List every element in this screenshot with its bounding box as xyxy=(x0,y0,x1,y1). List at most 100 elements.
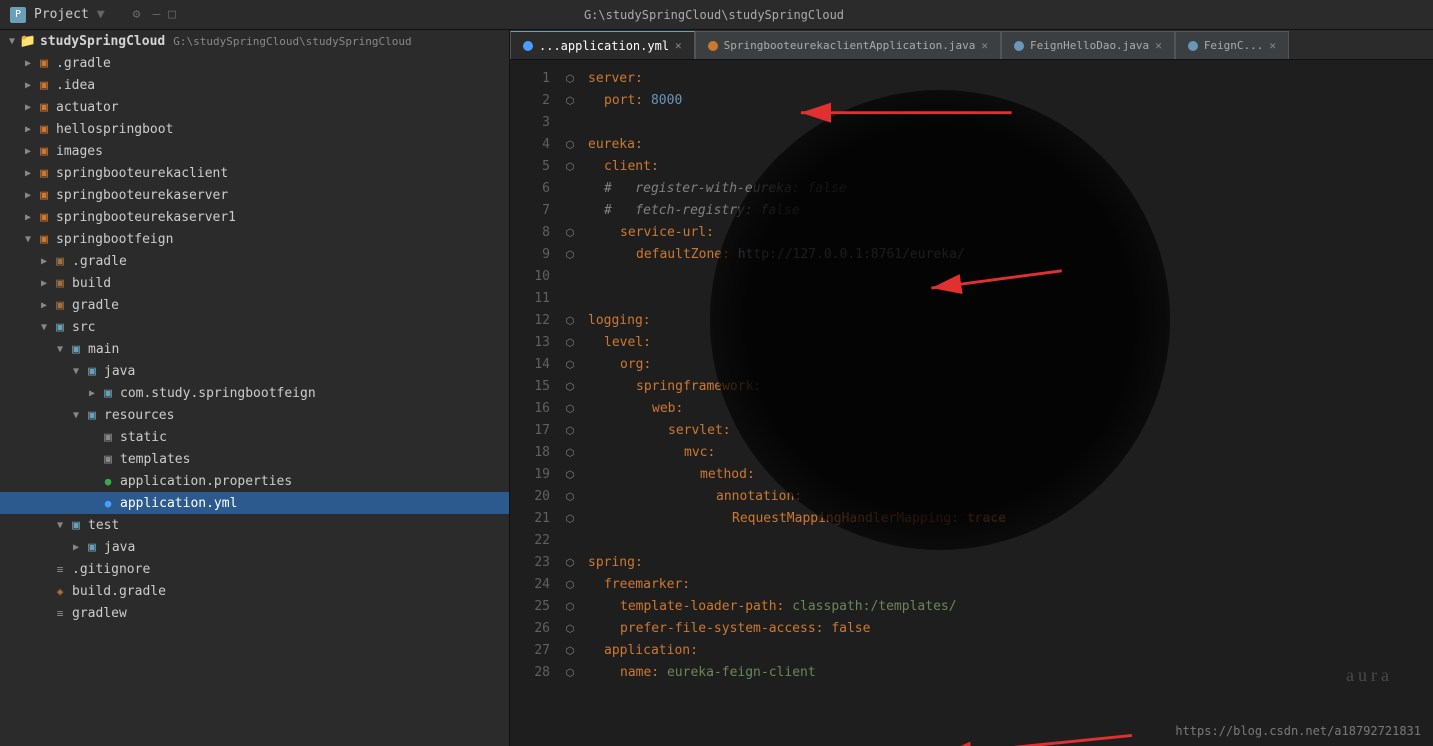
window-controls[interactable]: — □ xyxy=(152,7,175,22)
tree-item-build[interactable]: ▶ ▣ build xyxy=(0,272,509,294)
tree-label-gradle: .gradle xyxy=(56,56,111,71)
code-content: 12345 678910 1112131415 1617181920 21222… xyxy=(510,60,1433,746)
tree-item-hellospringboot[interactable]: ▶ ▣ hellospringboot xyxy=(0,118,509,140)
code-line-18: mvc: xyxy=(580,442,1433,464)
tree-item-eurekaserver1[interactable]: ▶ ▣ springbooteurekaserver1 xyxy=(0,206,509,228)
code-line-7: # fetch-registry: false xyxy=(580,200,1433,222)
tree-item-test[interactable]: ▼ ▣ test xyxy=(0,514,509,536)
tree-item-com[interactable]: ▶ ▣ com.study.springbootfeign xyxy=(0,382,509,404)
code-line-9: defaultZone: http://127.0.0.1:8761/eurek… xyxy=(580,244,1433,266)
code-line-27: application: xyxy=(580,640,1433,662)
tree-item-images[interactable]: ▶ ▣ images xyxy=(0,140,509,162)
tree-item-app-props[interactable]: ● application.properties xyxy=(0,470,509,492)
feign-icon xyxy=(1014,41,1024,51)
folder-com: ▣ xyxy=(100,385,116,401)
folder-eurekaclient: ▣ xyxy=(36,165,52,181)
tab-java-close[interactable]: ✕ xyxy=(981,39,988,52)
folder-main: ▣ xyxy=(68,341,84,357)
tab-feign2[interactable]: FeignC... ✕ xyxy=(1175,31,1289,59)
folder-gradle: ▣ xyxy=(36,55,52,71)
folder-idea: ▣ xyxy=(36,77,52,93)
title-bar-content: P Project ▼ ⚙ — □ G:\studySpringCloud\st… xyxy=(10,7,844,23)
tab-feign-close[interactable]: ✕ xyxy=(1155,39,1162,52)
code-line-15: springframework: xyxy=(580,376,1433,398)
code-line-24: freemarker: xyxy=(580,574,1433,596)
arrow-gradle: ▶ xyxy=(20,58,36,69)
tree-item-templates[interactable]: ▣ templates xyxy=(0,448,509,470)
code-line-12: logging: xyxy=(580,310,1433,332)
folder-gradle2: ▣ xyxy=(52,297,68,313)
tree-item-gradle[interactable]: ▶ ▣ .gradle xyxy=(0,52,509,74)
project-tree[interactable]: ▼ 📁 studySpringCloud G:\studySpringCloud… xyxy=(0,30,510,746)
tree-item-actuator[interactable]: ▶ ▣ actuator xyxy=(0,96,509,118)
folder-gradle-sub: ▣ xyxy=(52,253,68,269)
tab-app-java[interactable]: SpringbooteurekaclientApplication.java ✕ xyxy=(695,31,1001,59)
tree-item-gradlew[interactable]: ≡ gradlew xyxy=(0,602,509,624)
tree-item-idea[interactable]: ▶ ▣ .idea xyxy=(0,74,509,96)
tree-item-eurekaclient[interactable]: ▶ ▣ springbooteurekaclient xyxy=(0,162,509,184)
code-line-5: client: xyxy=(580,156,1433,178)
project-icon: P xyxy=(10,7,26,23)
code-line-6: # register-with-eureka: false xyxy=(580,178,1433,200)
tree-label-root: studySpringCloud xyxy=(40,34,165,49)
folder-eurekaserver: ▣ xyxy=(36,187,52,203)
code-line-13: level: xyxy=(580,332,1433,354)
code-editor[interactable]: 12345 678910 1112131415 1617181920 21222… xyxy=(510,60,1433,746)
file-icon-yml: ● xyxy=(100,495,116,511)
code-text: server: port: 8000 eureka: client: xyxy=(580,60,1433,746)
tab-yml-label: ...application.yml xyxy=(539,39,669,53)
tree-label-com: com.study.springbootfeign xyxy=(120,386,316,401)
tree-item-root[interactable]: ▼ 📁 studySpringCloud G:\studySpringCloud… xyxy=(0,30,509,52)
folder-springbootfeign: ▣ xyxy=(36,231,52,247)
tab-yml-close[interactable]: ✕ xyxy=(675,39,682,52)
tree-label-main: main xyxy=(88,342,119,357)
gear-icon[interactable]: ⚙ xyxy=(133,7,141,22)
tree-item-gradle-sub[interactable]: ▶ ▣ .gradle xyxy=(0,250,509,272)
tree-label-test: test xyxy=(88,518,119,533)
arrow-root: ▼ xyxy=(4,36,20,47)
tab-feign2-label: FeignC... xyxy=(1204,39,1264,52)
tree-item-main[interactable]: ▼ ▣ main xyxy=(0,338,509,360)
file-icon-gitignore: ≡ xyxy=(52,561,68,577)
tree-label-build-gradle: build.gradle xyxy=(72,584,166,599)
tree-item-src[interactable]: ▼ ▣ src xyxy=(0,316,509,338)
tree-label-templates: templates xyxy=(120,452,190,467)
folder-templates: ▣ xyxy=(100,451,116,467)
tab-feign-dao-label: FeignHelloDao.java xyxy=(1030,39,1149,52)
tree-label-static: static xyxy=(120,430,167,445)
folder-eurekaserver1: ▣ xyxy=(36,209,52,225)
tree-item-gitignore[interactable]: ≡ .gitignore xyxy=(0,558,509,580)
tree-item-app-yml[interactable]: ● application.yml xyxy=(0,492,509,514)
tree-label-images: images xyxy=(56,144,103,159)
folder-test-java: ▣ xyxy=(84,539,100,555)
code-line-14: org: xyxy=(580,354,1433,376)
code-line-16: web: xyxy=(580,398,1433,420)
tree-item-java[interactable]: ▼ ▣ java xyxy=(0,360,509,382)
tree-label-app-yml: application.yml xyxy=(120,496,237,511)
tree-label-gradle-sub: .gradle xyxy=(72,254,127,269)
code-line-17: servlet: xyxy=(580,420,1433,442)
tab-yml[interactable]: ...application.yml ✕ xyxy=(510,31,695,59)
tree-item-eurekaserver[interactable]: ▶ ▣ springbooteurekaserver xyxy=(0,184,509,206)
project-path-short: G:\studySpringCloud\studySpringCloud xyxy=(173,35,411,48)
code-line-23: spring: xyxy=(580,552,1433,574)
code-line-1: server: xyxy=(580,68,1433,90)
tree-item-test-java[interactable]: ▶ ▣ java xyxy=(0,536,509,558)
tree-item-gradle2[interactable]: ▶ ▣ gradle xyxy=(0,294,509,316)
java-icon xyxy=(708,41,718,51)
code-line-25: template-loader-path: classpath:/templat… xyxy=(580,596,1433,618)
tree-label-springbootfeign: springbootfeign xyxy=(56,232,173,247)
tree-label-idea: .idea xyxy=(56,78,95,93)
folder-icon-root: 📁 xyxy=(20,33,36,49)
tree-item-springbootfeign[interactable]: ▼ ▣ springbootfeign xyxy=(0,228,509,250)
file-icon-build-gradle: ◈ xyxy=(52,583,68,599)
tab-feign2-close[interactable]: ✕ xyxy=(1269,39,1276,52)
code-line-10 xyxy=(580,266,1433,288)
tree-label-eurekaserver1: springbooteurekaserver1 xyxy=(56,210,236,225)
tree-item-static[interactable]: ▣ static xyxy=(0,426,509,448)
tab-feign-dao[interactable]: FeignHelloDao.java ✕ xyxy=(1001,31,1175,59)
tree-item-resources[interactable]: ▼ ▣ resources xyxy=(0,404,509,426)
folder-hellospringboot: ▣ xyxy=(36,121,52,137)
tree-item-build-gradle[interactable]: ◈ build.gradle xyxy=(0,580,509,602)
tree-label-resources: resources xyxy=(104,408,174,423)
